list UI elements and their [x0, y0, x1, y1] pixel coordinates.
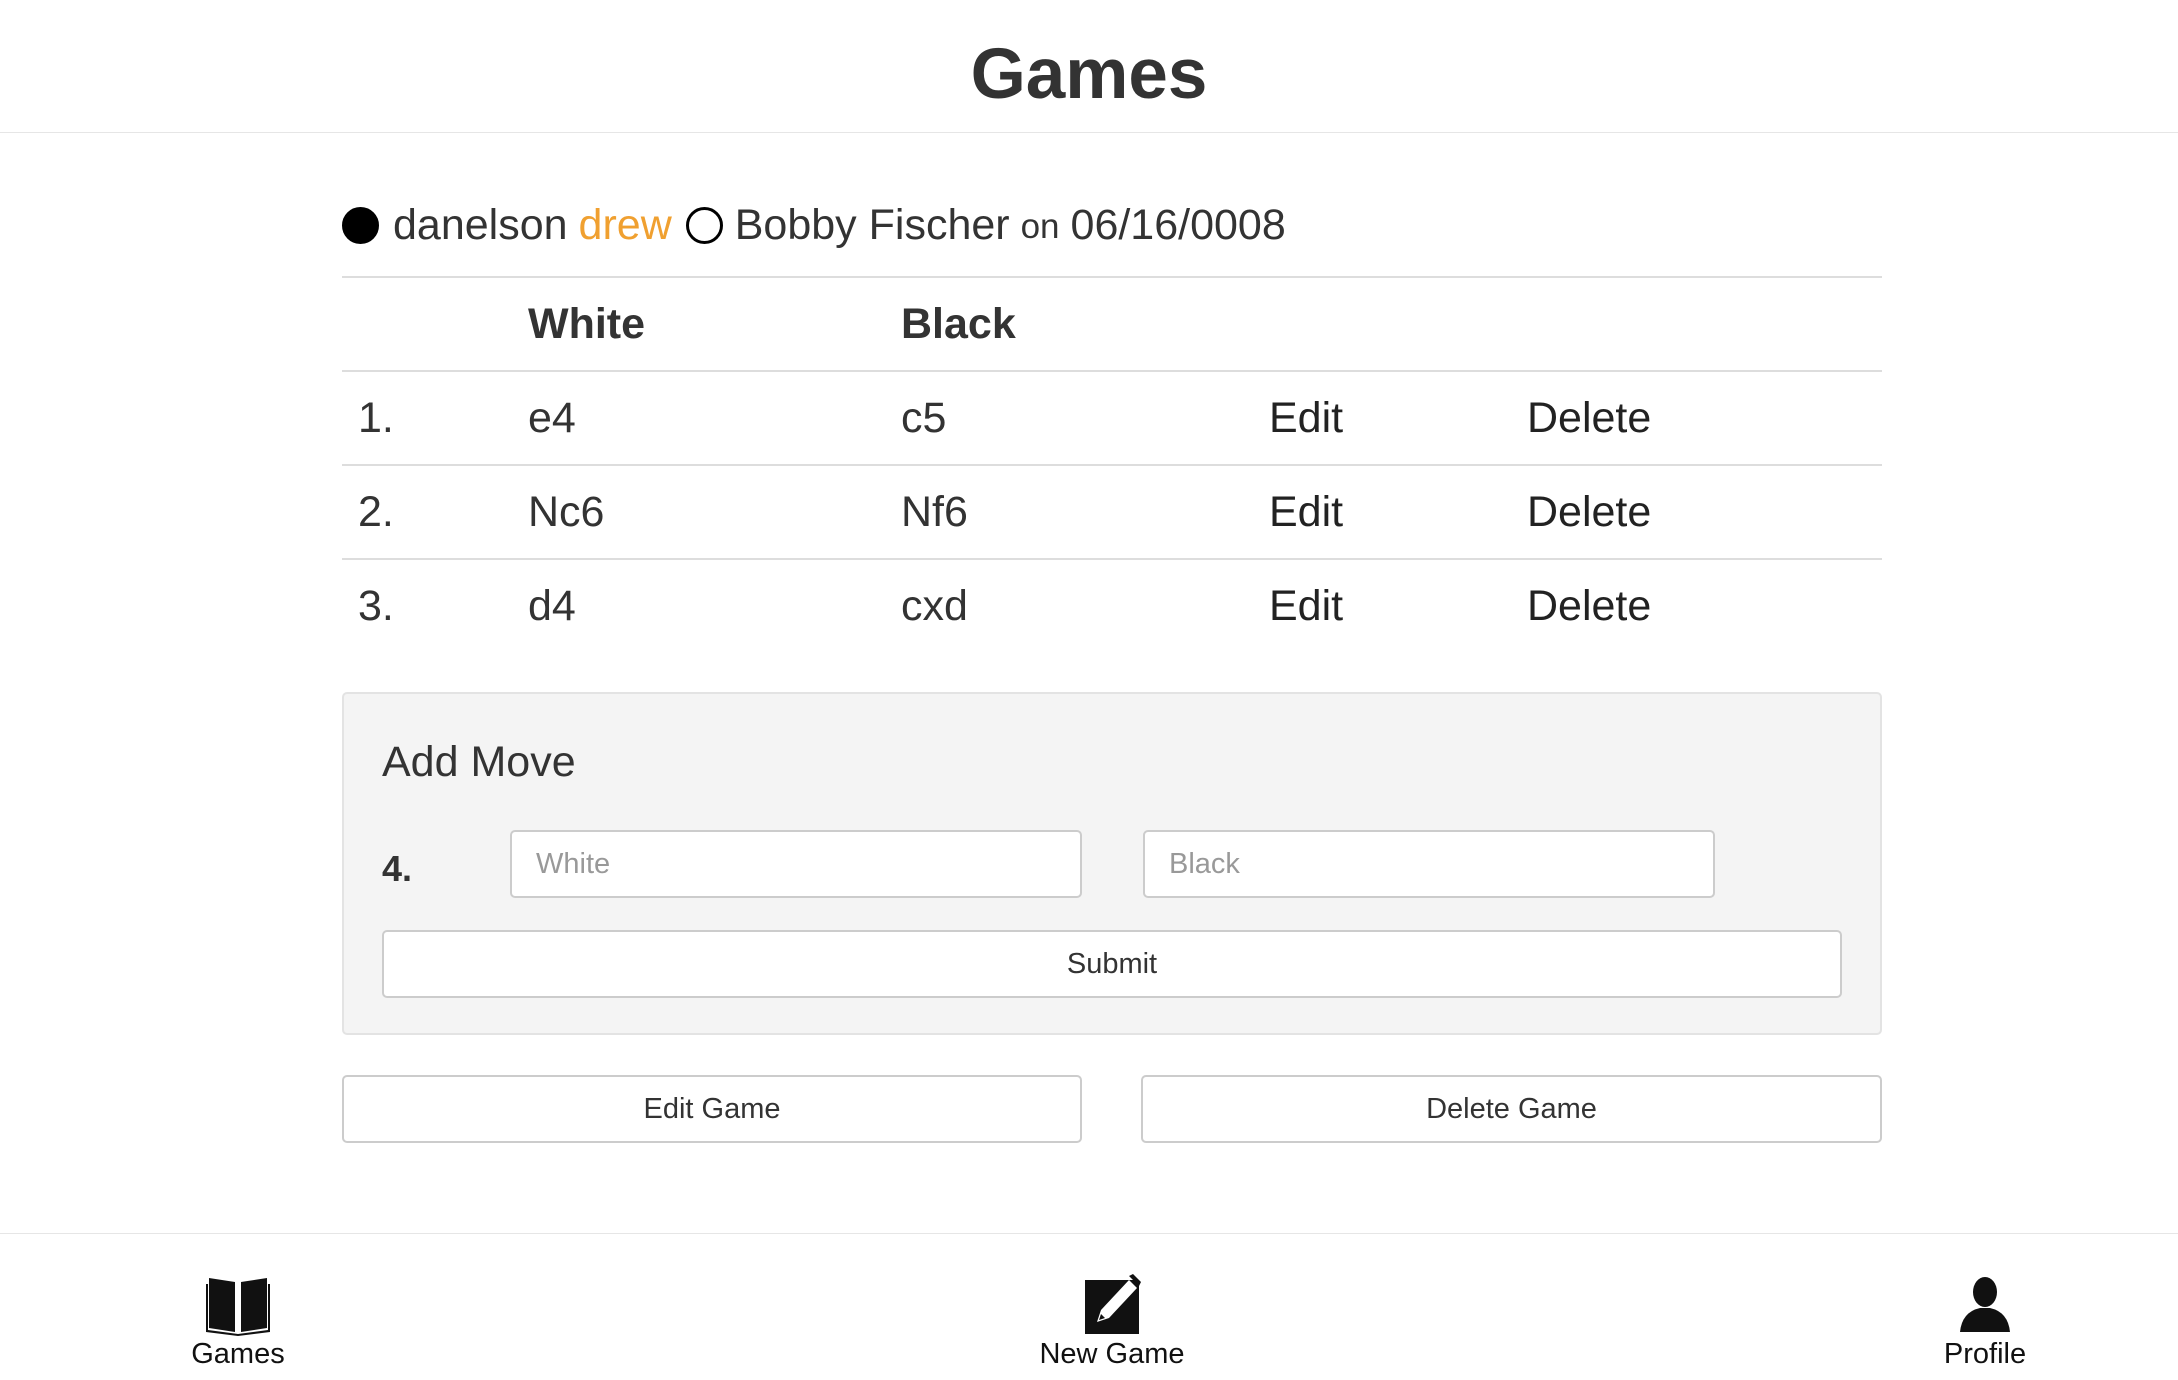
column-header-delete [1511, 276, 1882, 372]
white-move: d4 [512, 558, 885, 653]
tab-profile-label: Profile [1943, 1338, 2027, 1370]
column-header-edit [1253, 276, 1511, 372]
tab-new-game-label: New Game [1039, 1338, 1185, 1370]
tab-games-label: Games [191, 1338, 285, 1370]
white-move: Nc6 [512, 464, 885, 559]
game-summary: danelson drew Bobby Fischer on 06/16/000… [342, 190, 1286, 260]
edit-move-link[interactable]: Edit [1253, 558, 1511, 653]
table-row: 2. Nc6 Nf6 Edit Delete [342, 464, 1882, 559]
edit-move-link[interactable]: Edit [1253, 464, 1511, 559]
white-circle-icon [685, 206, 723, 244]
move-number: 1. [342, 370, 512, 465]
add-move-title: Add Move [382, 738, 576, 786]
black-circle-icon [342, 206, 379, 244]
tab-new-game[interactable]: New Game [1002, 1274, 1222, 1374]
app-header: Games [0, 0, 2178, 133]
move-number: 3. [342, 558, 512, 653]
game-result: drew [578, 200, 672, 249]
edit-game-button[interactable]: Edit Game [342, 1075, 1082, 1143]
table-row: 3. d4 cxd Edit Delete [342, 558, 1882, 653]
black-move: cxd [885, 558, 1253, 653]
tab-profile[interactable]: Profile [1875, 1274, 2095, 1374]
move-number: 2. [342, 464, 512, 559]
delete-move-link[interactable]: Delete [1511, 370, 1882, 465]
edit-move-link[interactable]: Edit [1253, 370, 1511, 465]
submit-button[interactable]: Submit [382, 930, 1842, 998]
white-move-input[interactable] [510, 830, 1082, 898]
black-player-name: Bobby Fischer [734, 200, 1010, 249]
column-header-number [342, 276, 512, 372]
white-player-name: danelson [393, 200, 568, 249]
delete-move-link[interactable]: Delete [1511, 464, 1882, 559]
delete-move-link[interactable]: Delete [1511, 558, 1882, 653]
black-move-input[interactable] [1143, 830, 1715, 898]
person-icon [1960, 1277, 2010, 1332]
next-move-number: 4. [382, 848, 413, 889]
add-move-panel: Add Move 4. Submit [342, 692, 1882, 1035]
black-move: Nf6 [885, 464, 1253, 559]
column-header-black: Black [885, 276, 1253, 372]
bottom-tab-bar: Games New Game Profile [0, 1233, 2178, 1380]
column-header-white: White [512, 276, 885, 372]
tab-games[interactable]: Games [128, 1274, 348, 1374]
open-book-icon [206, 1278, 270, 1336]
black-move: c5 [885, 370, 1253, 465]
on-label: on [1020, 207, 1060, 246]
page-title: Games [970, 35, 1208, 114]
moves-table: White Black 1. e4 c5 Edit Delete 2. Nc6 … [342, 276, 1882, 653]
white-move: e4 [512, 370, 885, 465]
delete-game-button[interactable]: Delete Game [1141, 1075, 1882, 1143]
table-row: 1. e4 c5 Edit Delete [342, 370, 1882, 465]
table-header-row: White Black [342, 276, 1882, 372]
compose-icon [1085, 1274, 1141, 1334]
game-date: 06/16/0008 [1070, 200, 1286, 249]
